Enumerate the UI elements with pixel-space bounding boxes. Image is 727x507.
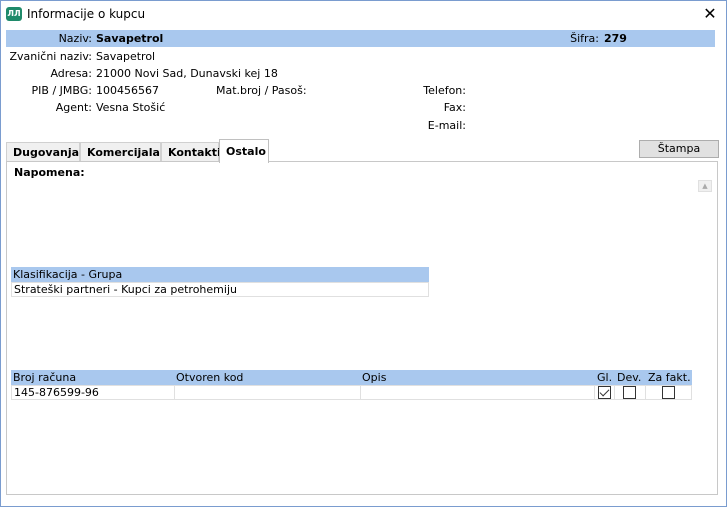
col-broj-racuna: Broj računa <box>13 371 77 384</box>
tab-dugovanja[interactable]: Dugovanja <box>6 142 80 162</box>
za-fakt-checkbox[interactable] <box>662 386 675 399</box>
col-otvoren-kod: Otvoren kod <box>176 371 244 384</box>
gl-checkbox[interactable] <box>598 386 611 399</box>
telefon-label: Telefon: <box>423 84 466 97</box>
print-button[interactable]: Štampa <box>639 140 719 158</box>
klasifikacija-row[interactable]: Strateški partneri - Kupci za petrohemij… <box>11 282 429 297</box>
account-number: 145-876599-96 <box>14 386 99 399</box>
col-opis: Opis <box>362 371 387 384</box>
close-button[interactable]: ✕ <box>700 4 720 24</box>
column-divider <box>594 385 595 400</box>
agent-value: Vesna Stošić <box>96 101 166 114</box>
account-opis <box>361 385 363 400</box>
zvanicni-naziv-value: Savapetrol <box>96 50 156 63</box>
column-divider <box>645 385 646 400</box>
naziv-label: Naziv: <box>58 32 92 45</box>
col-gl: Gl. <box>597 371 613 384</box>
tab-komercijala[interactable]: Komercijala <box>80 142 161 162</box>
matbroj-label: Mat.broj / Pasoš: <box>216 84 307 97</box>
email-label: E-mail: <box>427 119 466 132</box>
zvanicni-naziv-label: Zvanični naziv: <box>9 50 92 63</box>
sifra-value: 279 <box>604 32 627 45</box>
tab-kontakti[interactable]: Kontakti <box>161 142 221 162</box>
tab-ostalo[interactable]: Ostalo <box>219 139 269 163</box>
accounts-header <box>11 370 692 385</box>
scroll-up-arrow-icon[interactable]: ▲ <box>698 180 712 192</box>
column-divider <box>614 385 615 400</box>
agent-label: Agent: <box>55 101 92 114</box>
napomena-textarea[interactable] <box>11 178 714 258</box>
fax-label: Fax: <box>443 101 466 114</box>
klasifikacija-row-value: Strateški partneri - Kupci za petrohemij… <box>14 283 237 296</box>
customer-info-window: ЛЛ Informacije o kupcu ✕ Naziv: Savapetr… <box>0 0 727 507</box>
title-bar: ЛЛ Informacije o kupcu ✕ <box>1 1 726 27</box>
app-logo-icon: ЛЛ <box>6 7 22 21</box>
adresa-label: Adresa: <box>50 67 92 80</box>
klasifikacija-header-label: Klasifikacija - Grupa <box>13 268 123 281</box>
dev-checkbox[interactable] <box>623 386 636 399</box>
naziv-value: Savapetrol <box>96 32 164 45</box>
col-dev: Dev. <box>617 371 642 384</box>
window-title: Informacije o kupcu <box>27 7 146 21</box>
adresa-value: 21000 Novi Sad, Dunavski kej 18 <box>96 67 278 80</box>
table-row[interactable] <box>11 385 692 400</box>
col-za-fakt: Za fakt. <box>648 371 691 384</box>
pib-label: PIB / JMBG: <box>31 84 92 97</box>
klasifikacija-header: Klasifikacija - Grupa <box>11 267 429 282</box>
pib-value: 100456567 <box>96 84 159 97</box>
sifra-label: Šifra: <box>570 32 599 45</box>
account-otvoren-kod <box>175 385 177 400</box>
